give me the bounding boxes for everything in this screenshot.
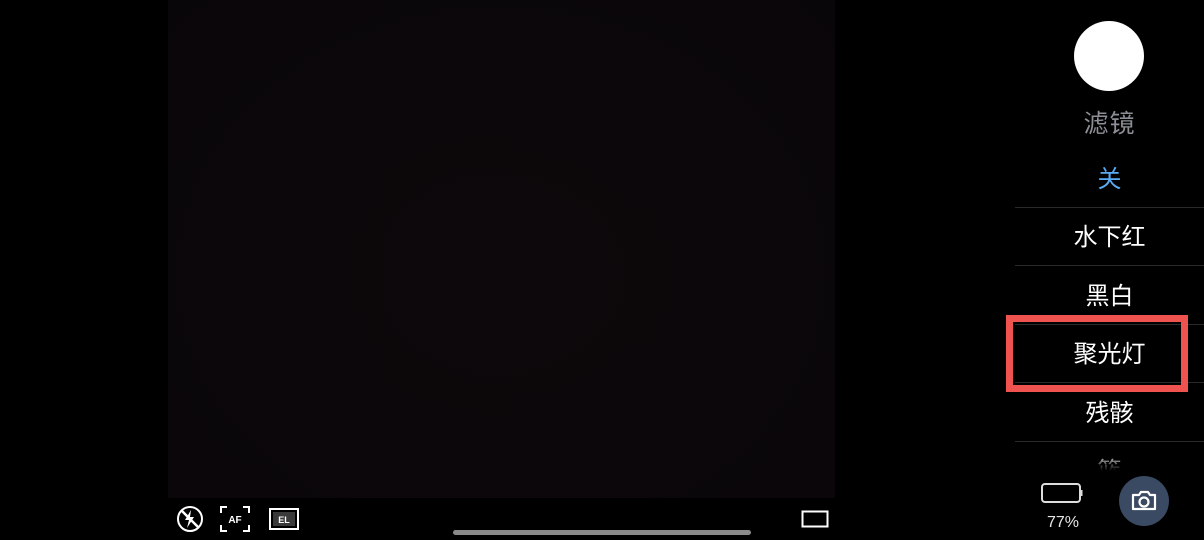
autofocus-icon[interactable]: AF bbox=[219, 505, 251, 533]
filter-item-spotlight[interactable]: 聚光灯 bbox=[1015, 325, 1204, 383]
filter-list[interactable]: 关 水下红 黑白 聚光灯 残骸 篮 bbox=[1015, 150, 1204, 472]
exposure-lock-icon[interactable]: EL bbox=[269, 508, 299, 530]
filter-item-label: 水下红 bbox=[1073, 223, 1146, 251]
filter-item-label: 聚光灯 bbox=[1073, 340, 1146, 368]
filter-item-partial[interactable]: 篮 bbox=[1015, 442, 1204, 472]
exposure-lock-label: EL bbox=[278, 515, 290, 525]
filter-item-black-white[interactable]: 黑白 bbox=[1015, 267, 1204, 325]
filter-item-label: 篮 bbox=[1097, 457, 1122, 472]
filter-item-label: 关 bbox=[1097, 165, 1122, 193]
filter-panel-title: 滤镜 bbox=[1083, 109, 1136, 138]
switch-camera-button[interactable] bbox=[1119, 476, 1169, 526]
filter-item-label: 黑白 bbox=[1085, 282, 1134, 310]
aspect-ratio-icon[interactable] bbox=[801, 510, 829, 528]
filter-item-wreck[interactable]: 残骸 bbox=[1015, 384, 1204, 442]
filter-item-label: 残骸 bbox=[1085, 399, 1134, 427]
camera-viewfinder[interactable] bbox=[168, 0, 835, 498]
flash-off-icon[interactable] bbox=[176, 505, 204, 533]
filter-item-off[interactable]: 关 bbox=[1015, 150, 1204, 208]
battery-icon bbox=[1041, 483, 1083, 503]
camera-screen: AF EL 滤镜 关 水下红 黑白 聚光灯 残骸 篮 77% bbox=[0, 0, 1204, 540]
battery-percent: 77% bbox=[1046, 514, 1080, 531]
shutter-button[interactable] bbox=[1074, 21, 1144, 91]
autofocus-label: AF bbox=[228, 515, 241, 526]
camera-icon bbox=[1131, 490, 1157, 511]
home-indicator[interactable] bbox=[453, 530, 751, 535]
filter-item-underwater-red[interactable]: 水下红 bbox=[1015, 208, 1204, 266]
